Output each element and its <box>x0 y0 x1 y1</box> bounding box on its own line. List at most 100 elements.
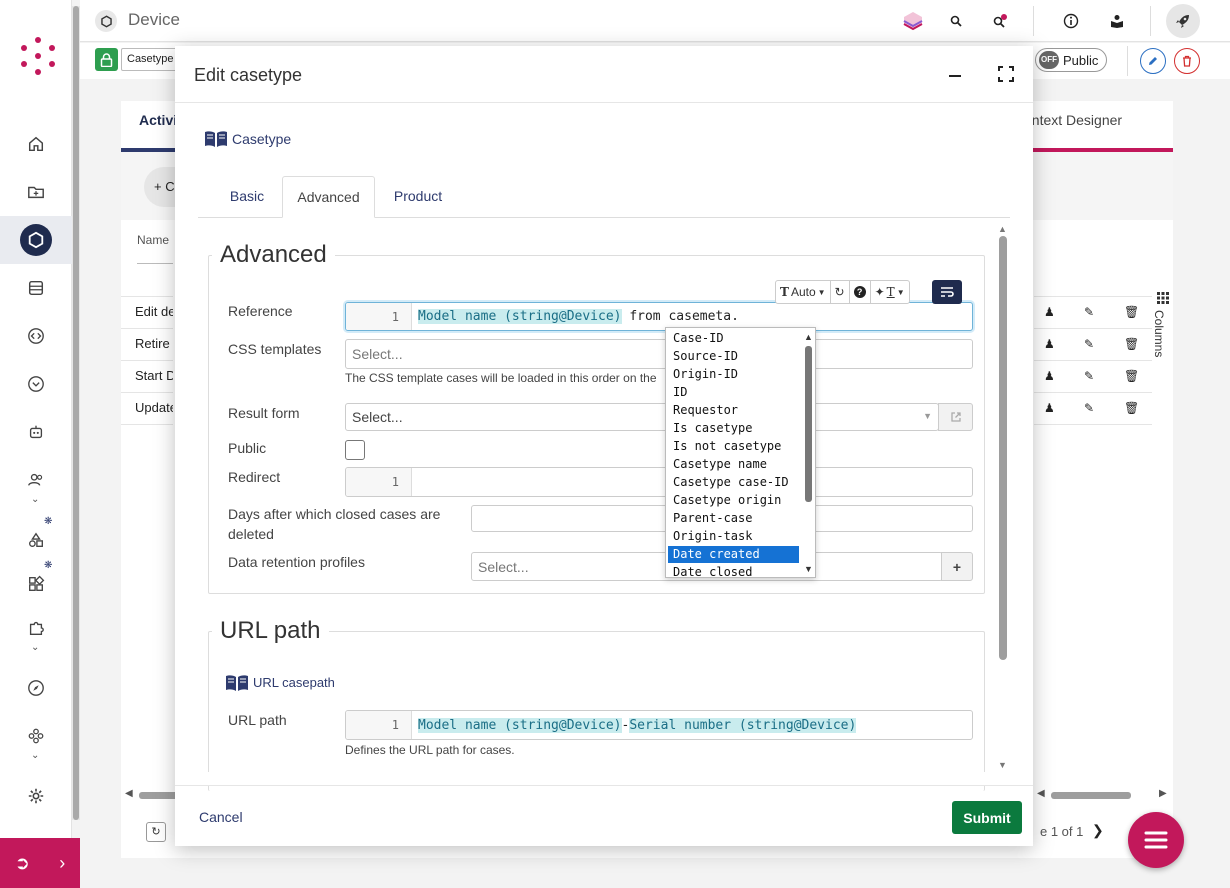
user-icon[interactable]: ♟ <box>1044 369 1055 383</box>
shapes-icon[interactable] <box>22 526 50 554</box>
autocomplete-item[interactable]: Date closed <box>668 564 799 577</box>
menu-fab[interactable] <box>1128 812 1184 868</box>
autocomplete-item[interactable]: Case-ID <box>668 330 799 347</box>
logout-icon[interactable]: ➲ <box>15 853 30 874</box>
text-mode-dropdown[interactable]: T Auto ▼ <box>776 281 831 303</box>
lock-icon[interactable] <box>95 48 118 71</box>
autocomplete-item[interactable]: Origin-ID <box>668 366 799 383</box>
table-row[interactable]: Update <box>121 392 173 424</box>
app-logo[interactable] <box>18 36 58 76</box>
chevron-down-icon[interactable]: ⌄ <box>31 642 39 653</box>
puzzle-icon[interactable] <box>22 614 50 642</box>
autocomplete-item[interactable]: ID <box>668 384 799 401</box>
next-page-icon[interactable]: ❯ <box>1092 822 1104 839</box>
code-icon[interactable] <box>22 322 50 350</box>
redirect-editor[interactable]: 1 <box>345 467 973 497</box>
autocomplete-item[interactable]: Requestor <box>668 402 799 419</box>
css-templates-select[interactable]: Select... <box>345 339 973 369</box>
autocomplete-scrollbar[interactable]: ▲ ▼ <box>803 332 813 575</box>
public-checkbox[interactable] <box>345 440 365 460</box>
reference-editor[interactable]: 1 Model name (string@Device) from caseme… <box>345 302 973 331</box>
pencil-icon[interactable]: ✎ <box>1084 369 1094 383</box>
book-reader-icon[interactable] <box>1106 10 1128 32</box>
nav-active-item[interactable] <box>0 216 72 264</box>
table-row[interactable]: Start D <box>121 360 173 392</box>
rocket-icon[interactable] <box>1166 4 1200 38</box>
token-chip[interactable]: Model name (string@Device) <box>418 717 622 733</box>
trash-icon[interactable]: 🗑 <box>1124 369 1139 383</box>
gear-icon[interactable] <box>22 782 50 810</box>
minimize-icon[interactable] <box>946 64 966 84</box>
public-toggle[interactable]: OFF Public <box>1035 48 1107 72</box>
table-row[interactable]: Edit de <box>121 296 173 328</box>
external-link-icon[interactable] <box>938 403 973 431</box>
cancel-button[interactable]: Cancel <box>199 809 243 825</box>
tab-basic[interactable]: Basic <box>214 176 280 218</box>
network-icon[interactable] <box>22 722 50 750</box>
tab-context-designer[interactable]: ontext Designer <box>1024 104 1122 140</box>
robot-icon[interactable] <box>22 418 50 446</box>
magic-format-dropdown[interactable]: ✦ T ▼ <box>871 281 909 303</box>
pencil-icon[interactable]: ✎ <box>1084 337 1094 351</box>
tab-product[interactable]: Product <box>378 176 458 218</box>
casetype-chip[interactable]: Casetype <box>121 48 180 71</box>
form-scrollbar[interactable]: ▲ ▼ <box>998 224 1008 772</box>
result-form-select[interactable]: Select... ▼ <box>345 403 939 431</box>
users-icon[interactable] <box>22 466 50 494</box>
cube-logo-icon[interactable] <box>902 10 924 32</box>
hexagon-icon <box>95 10 117 32</box>
user-icon[interactable]: ♟ <box>1044 305 1055 319</box>
user-icon[interactable]: ♟ <box>1044 401 1055 415</box>
advanced-search-icon[interactable] <box>989 10 1011 32</box>
token-chip[interactable]: Model name (string@Device) <box>418 309 622 324</box>
columns-panel-toggle[interactable]: Columns <box>1152 290 1172 370</box>
folder-icon[interactable] <box>22 178 50 206</box>
url-casepath-link[interactable]: URL casepath <box>253 675 335 690</box>
maximize-icon[interactable] <box>996 64 1016 84</box>
wrap-text-button[interactable] <box>932 280 962 304</box>
caret-down-icon: ▼ <box>896 287 905 297</box>
search-icon[interactable] <box>945 10 967 32</box>
database-icon[interactable] <box>22 274 50 302</box>
widgets-icon[interactable] <box>22 570 50 598</box>
url-path-editor[interactable]: 1 Model name (string@Device) - Serial nu… <box>345 710 973 740</box>
css-templates-help: The CSS template cases will be loaded in… <box>345 371 657 385</box>
autocomplete-item[interactable]: Casetype case-ID <box>668 474 799 491</box>
help-icon[interactable]: ? <box>850 281 871 303</box>
nav-scrollbar[interactable] <box>72 6 80 820</box>
pencil-icon[interactable]: ✎ <box>1084 305 1094 319</box>
info-icon[interactable] <box>1060 10 1082 32</box>
refresh-icon[interactable]: ↻ <box>831 281 850 303</box>
submit-button[interactable]: Submit <box>952 801 1022 834</box>
autocomplete-item[interactable]: Origin-task <box>668 528 799 545</box>
token-chip[interactable]: Serial number (string@Device) <box>629 717 857 733</box>
add-icon[interactable]: + <box>941 552 973 581</box>
autocomplete-item[interactable]: Source-ID <box>668 348 799 365</box>
expand-nav-icon[interactable]: › <box>59 853 65 874</box>
column-header-name[interactable]: Name <box>137 233 169 247</box>
table-row[interactable]: Retire d <box>121 328 173 360</box>
autocomplete-item[interactable]: Casetype origin <box>668 492 799 509</box>
trash-icon[interactable]: 🗑 <box>1124 337 1139 351</box>
autocomplete-item[interactable]: Is not casetype <box>668 438 799 455</box>
chevron-circle-icon[interactable] <box>22 370 50 398</box>
trash-icon[interactable]: 🗑 <box>1124 305 1139 319</box>
tab-advanced[interactable]: Advanced <box>282 176 375 218</box>
autocomplete-item[interactable]: Parent-case <box>668 510 799 527</box>
edit-button[interactable] <box>1140 48 1166 74</box>
delete-button[interactable] <box>1174 48 1200 74</box>
autocomplete-item[interactable]: Casetype name <box>668 456 799 473</box>
compass-icon[interactable] <box>22 674 50 702</box>
home-icon[interactable] <box>22 130 50 158</box>
user-icon[interactable]: ♟ <box>1044 337 1055 351</box>
chevron-down-icon[interactable]: ⌄ <box>31 750 39 761</box>
autocomplete-item[interactable]: Is casetype <box>668 420 799 437</box>
pencil-icon[interactable]: ✎ <box>1084 401 1094 415</box>
caret-down-icon: ▼ <box>817 287 826 297</box>
logout-bar[interactable]: ➲ › <box>0 838 80 888</box>
casetype-link[interactable]: Casetype <box>232 131 291 147</box>
trash-icon[interactable]: 🗑 <box>1124 401 1139 415</box>
autocomplete-item-selected[interactable]: Date created <box>668 546 799 563</box>
chevron-down-icon[interactable]: ⌄ <box>31 494 39 505</box>
refresh-icon[interactable]: ↻ <box>146 822 166 842</box>
